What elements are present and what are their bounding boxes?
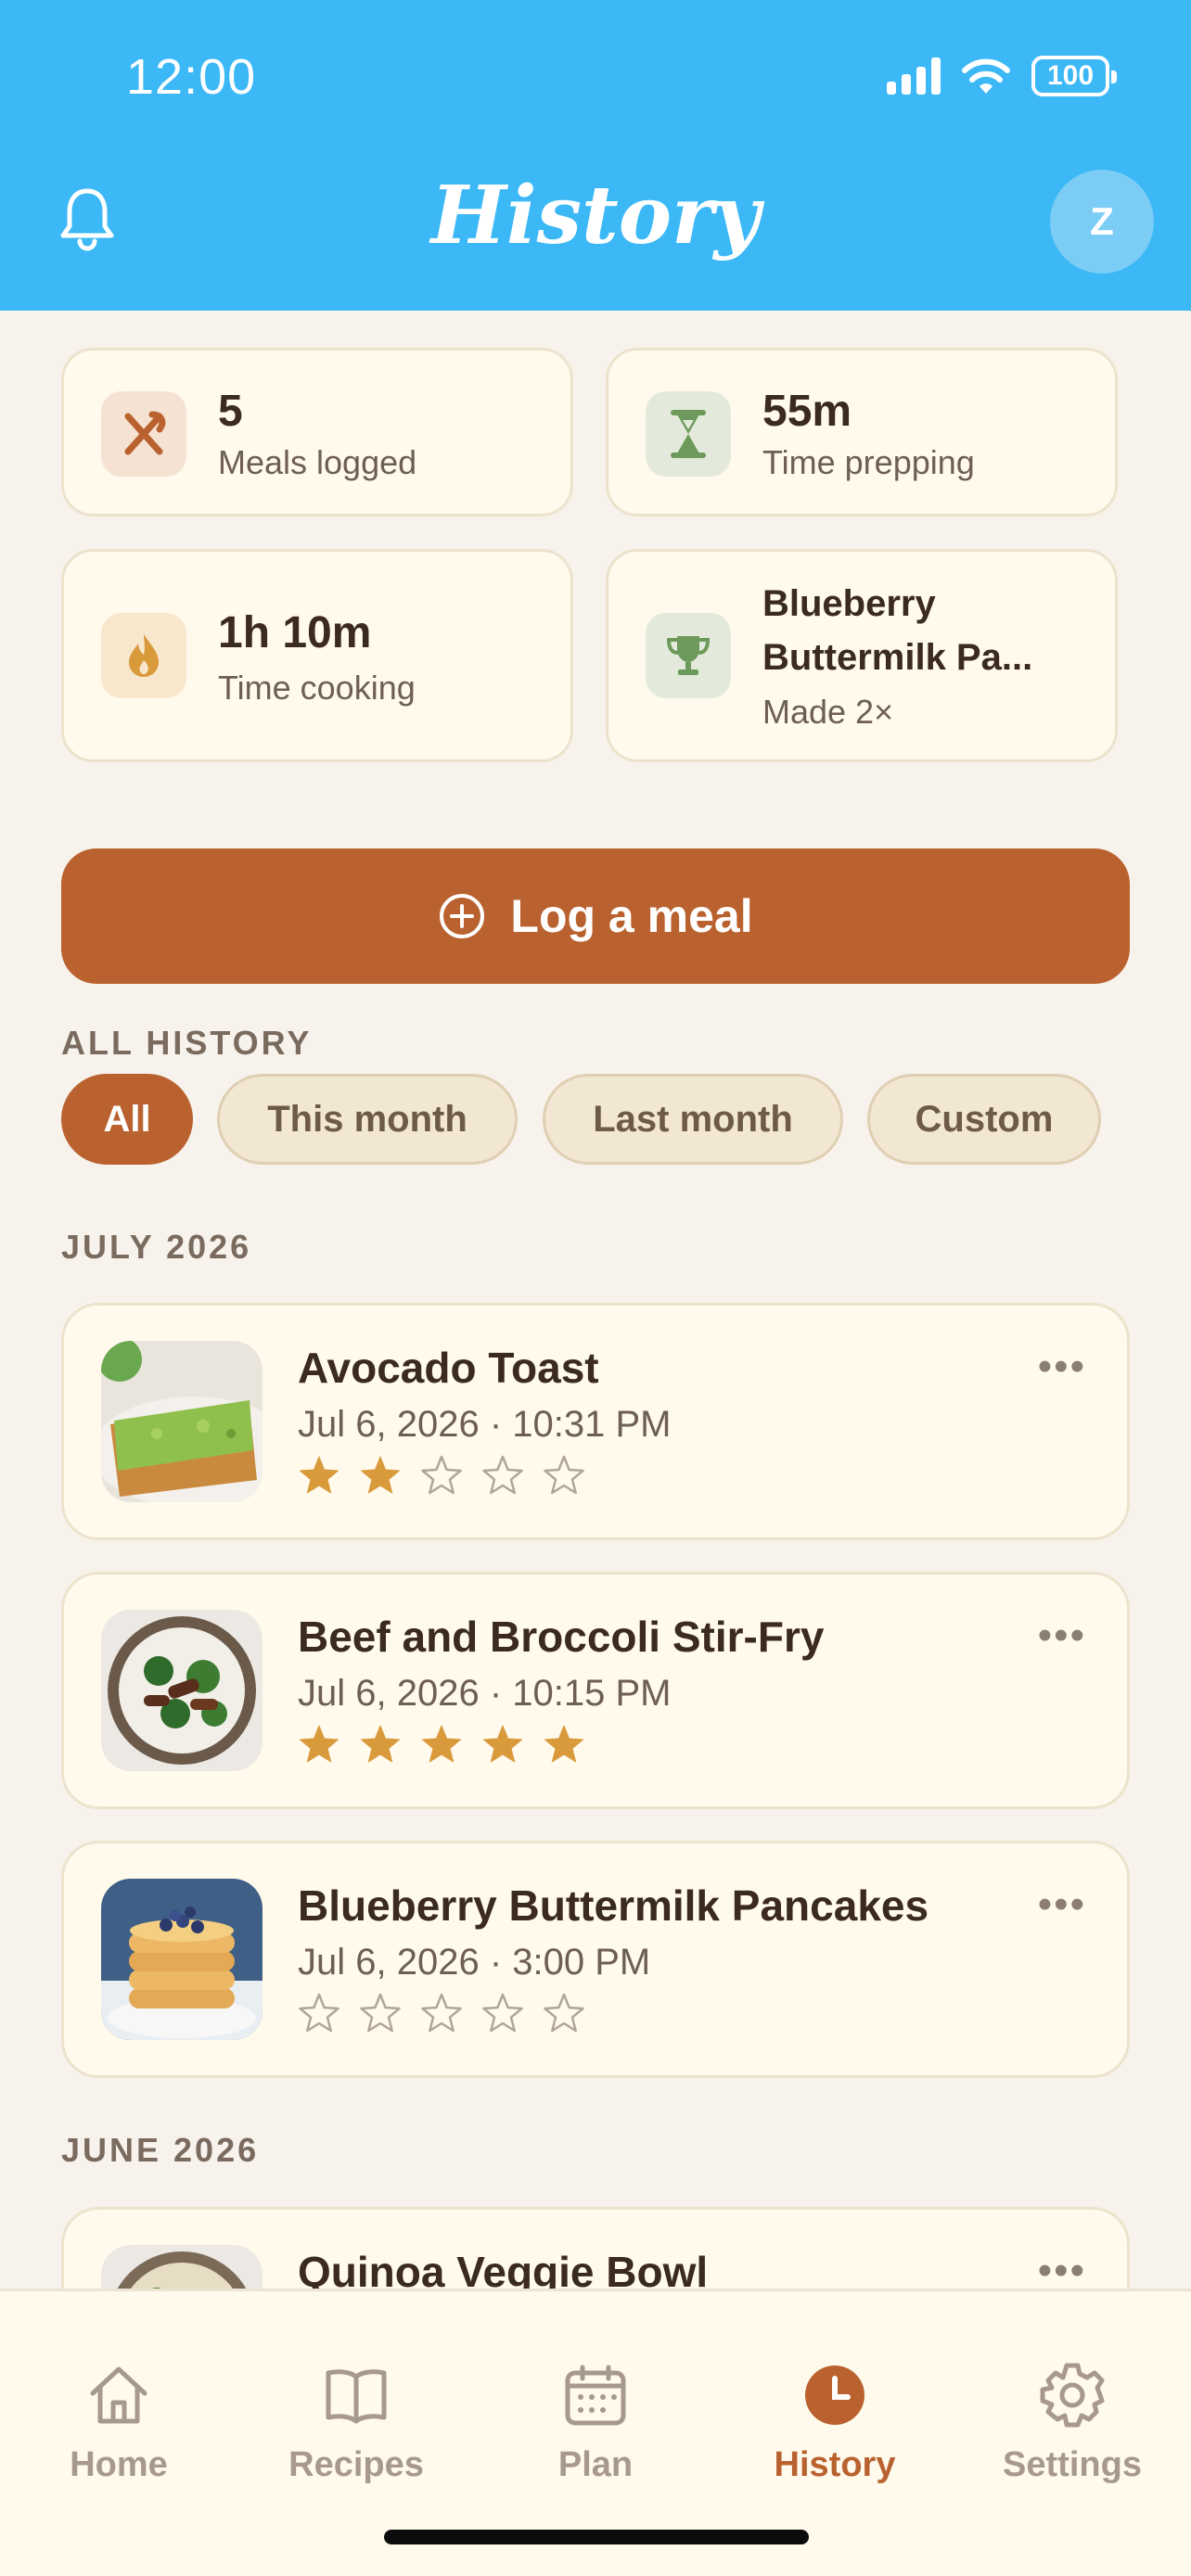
battery-icon: 100 — [1031, 56, 1117, 96]
flame-icon — [101, 613, 186, 698]
chip-all[interactable]: All — [61, 1074, 193, 1165]
stat-value: 5 — [218, 387, 243, 436]
stat-label: Made 2× — [762, 693, 894, 731]
more-options-icon[interactable]: ••• — [1038, 1346, 1086, 1387]
star-filled-icon[interactable] — [359, 1454, 402, 1497]
tab-label: Settings — [1003, 2445, 1142, 2484]
stat-label: Time cooking — [218, 669, 416, 707]
star-empty-icon[interactable] — [298, 1992, 340, 2034]
hourglass-icon — [646, 391, 731, 477]
star-rating[interactable] — [298, 1723, 585, 1766]
tab-history[interactable]: History — [724, 2362, 946, 2485]
star-filled-icon[interactable] — [298, 1723, 340, 1766]
log-meal-label: Log a meal — [510, 890, 753, 942]
more-options-icon[interactable]: ••• — [1038, 1615, 1086, 1656]
group-label-june: JUNE 2026 — [61, 2131, 260, 2169]
clock-icon — [805, 2366, 864, 2425]
home-icon — [90, 2366, 147, 2424]
tab-label: History — [774, 2445, 896, 2484]
group-label-july: JULY 2026 — [61, 1228, 252, 1266]
star-filled-icon[interactable] — [420, 1723, 463, 1766]
tab-label: Home — [70, 2445, 168, 2484]
stat-value: 55m — [762, 387, 852, 436]
stat-card-cooking: 1h 10m Time cooking — [61, 549, 573, 762]
tab-label: Plan — [557, 2445, 634, 2484]
meal-card[interactable]: Blueberry Buttermilk Pancakes Jul 6, 202… — [61, 1841, 1130, 2078]
meal-card[interactable]: Beef and Broccoli Stir-Fry Jul 6, 2026 ·… — [61, 1572, 1130, 1809]
star-empty-icon[interactable] — [543, 1992, 585, 2034]
tab-home[interactable]: Home — [7, 2362, 230, 2485]
meal-date: Jul 6, 2026 · 3:00 PM — [298, 1942, 651, 1983]
page-title: History — [430, 169, 761, 262]
plus-circle-icon — [440, 894, 485, 938]
avatar[interactable]: Z — [1050, 170, 1154, 274]
stat-card-prep: 55m Time prepping — [606, 348, 1118, 516]
star-rating[interactable] — [298, 1454, 585, 1497]
status-icons: 100 — [887, 56, 1117, 96]
utensils-icon — [101, 391, 186, 477]
star-empty-icon[interactable] — [543, 1454, 585, 1497]
stat-value: 1h 10m — [218, 608, 372, 657]
meal-date: Jul 6, 2026 · 10:15 PM — [298, 1673, 672, 1714]
status-time: 12:00 — [126, 49, 257, 105]
chip-this-month[interactable]: This month — [217, 1074, 518, 1165]
home-indicator — [384, 2530, 809, 2544]
book-icon — [326, 2369, 387, 2424]
star-empty-icon[interactable] — [359, 1992, 402, 2034]
meal-photo-pancakes — [101, 1879, 263, 2040]
stat-value-line1: Blueberry — [762, 583, 936, 624]
stat-value-line2: Buttermilk Pa... — [762, 637, 1033, 678]
meal-card[interactable]: Avocado Toast Jul 6, 2026 · 10:31 PM ••• — [61, 1303, 1130, 1540]
stat-label: Time prepping — [762, 443, 975, 481]
star-filled-icon[interactable] — [298, 1454, 340, 1497]
tab-label: Recipes — [288, 2445, 424, 2484]
all-history-label: ALL HISTORY — [61, 1024, 313, 1062]
star-empty-icon[interactable] — [420, 1992, 463, 2034]
star-empty-icon[interactable] — [481, 1454, 524, 1497]
meal-photo-avocado-toast — [101, 1341, 263, 1502]
meal-date: Jul 6, 2026 · 10:31 PM — [298, 1404, 672, 1445]
meal-name: Blueberry Buttermilk Pancakes — [298, 1881, 929, 1930]
more-options-icon[interactable]: ••• — [1038, 1884, 1086, 1925]
star-filled-icon[interactable] — [359, 1723, 402, 1766]
log-meal-button[interactable]: Log a meal — [61, 848, 1130, 984]
meal-name: Avocado Toast — [298, 1344, 599, 1392]
meal-photo-beef-broccoli — [101, 1610, 263, 1771]
gear-icon — [1040, 2363, 1105, 2428]
meal-name: Beef and Broccoli Stir-Fry — [298, 1613, 825, 1661]
star-rating[interactable] — [298, 1992, 585, 2034]
tab-recipes[interactable]: Recipes — [245, 2362, 467, 2485]
stat-card-meals: 5 Meals logged — [61, 348, 573, 516]
calendar-icon — [565, 2365, 626, 2426]
wifi-icon — [962, 58, 1010, 94]
chip-custom[interactable]: Custom — [867, 1074, 1101, 1165]
stat-card-top-recipe: Blueberry Buttermilk Pa... Made 2× — [606, 549, 1118, 762]
trophy-icon — [646, 613, 731, 698]
star-empty-icon[interactable] — [420, 1454, 463, 1497]
chip-last-month[interactable]: Last month — [543, 1074, 843, 1165]
tab-plan[interactable]: Plan — [484, 2362, 707, 2485]
app-header: 12:00 100 History Z — [0, 0, 1191, 311]
star-filled-icon[interactable] — [543, 1723, 585, 1766]
star-filled-icon[interactable] — [481, 1723, 524, 1766]
stat-label: Meals logged — [218, 443, 417, 481]
star-empty-icon[interactable] — [481, 1992, 524, 2034]
signal-icon — [887, 57, 941, 95]
more-options-icon[interactable]: ••• — [1038, 2251, 1086, 2291]
tab-settings[interactable]: Settings — [961, 2362, 1184, 2485]
